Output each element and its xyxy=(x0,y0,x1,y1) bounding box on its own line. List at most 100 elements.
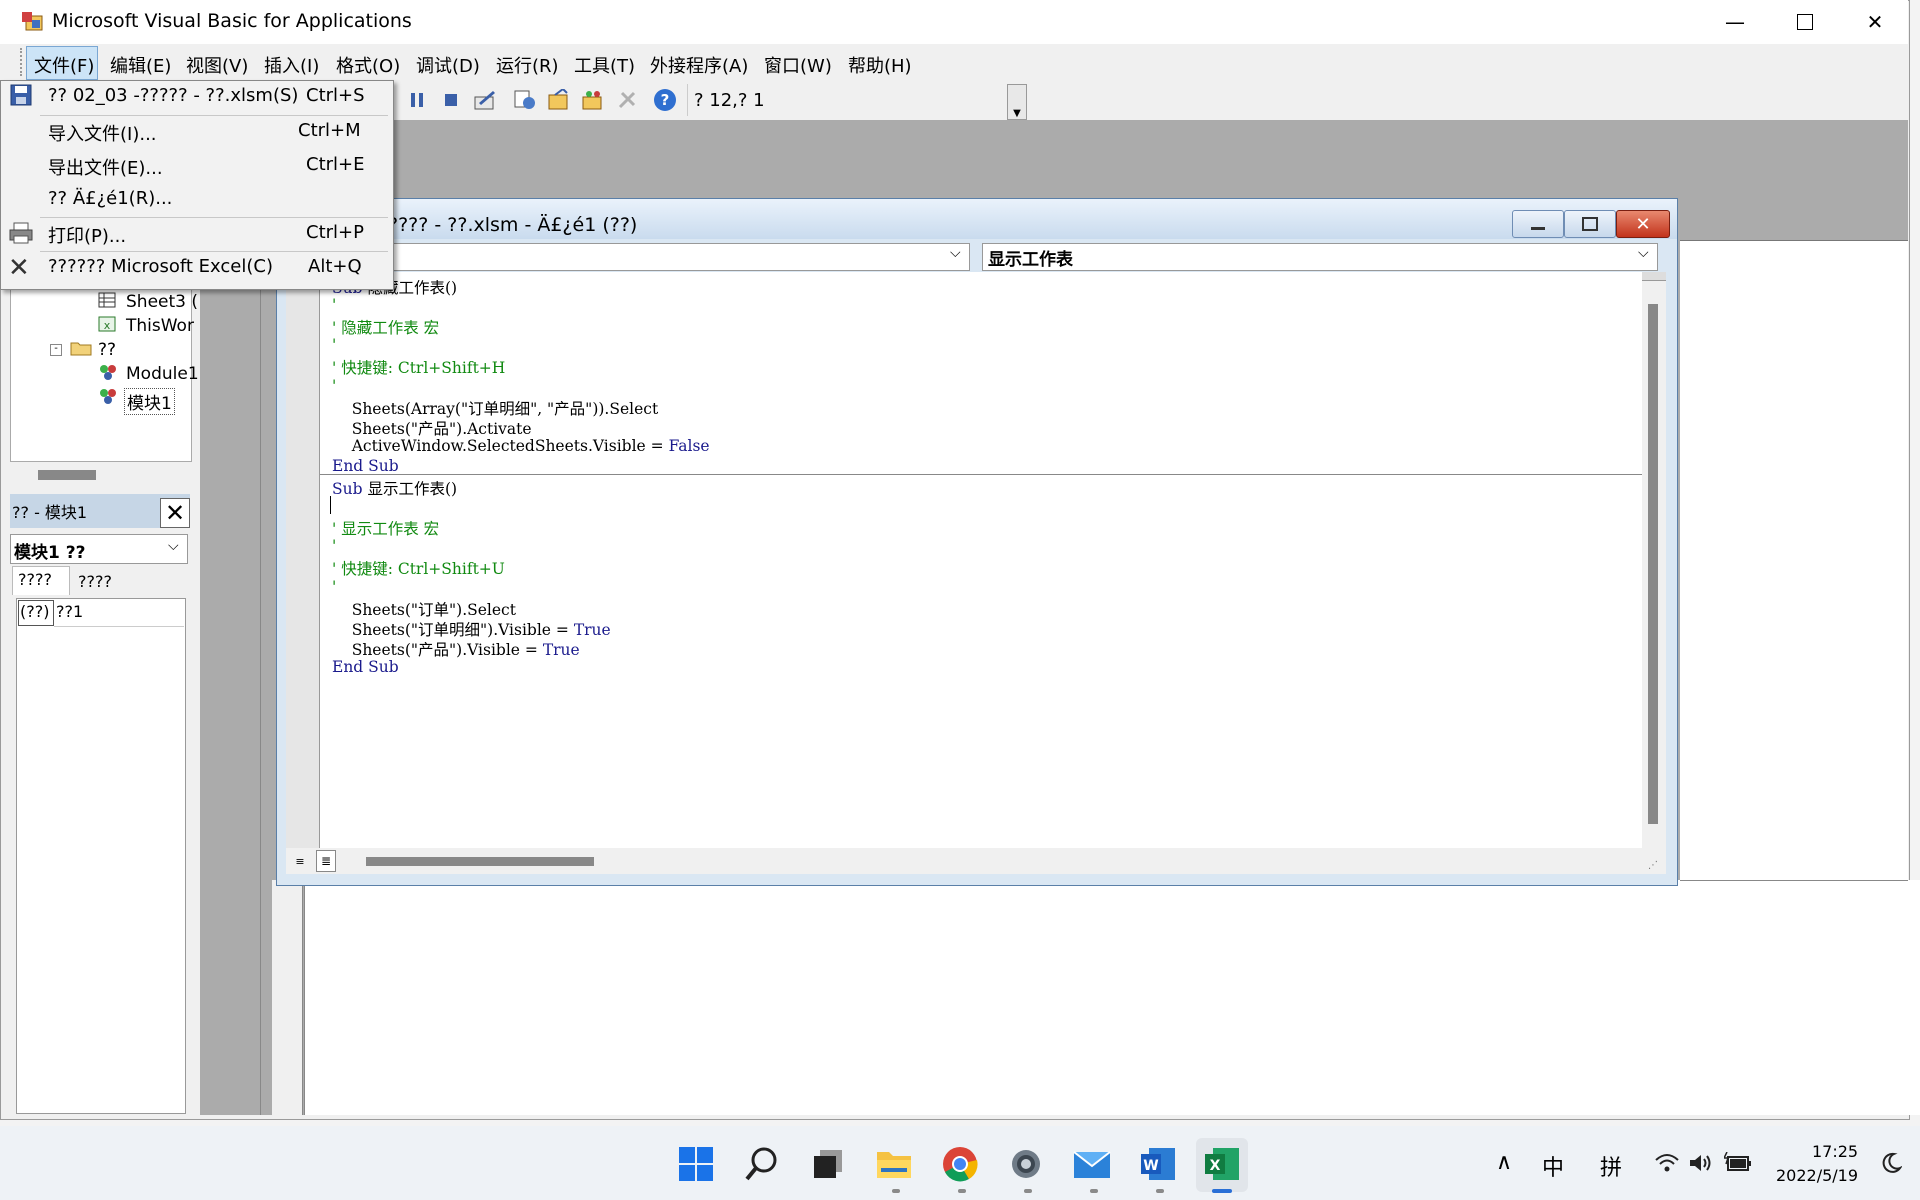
code-token: ' xyxy=(332,296,337,315)
procedure-separator xyxy=(320,474,1642,475)
code-close-button[interactable]: ✕ xyxy=(1616,210,1670,238)
menu-window[interactable]: 窗口(W) xyxy=(764,52,832,78)
show-hidden-icons-chevron-up-icon[interactable]: ∧ xyxy=(1496,1150,1512,1175)
module-icon xyxy=(98,364,118,380)
code-line[interactable]: Sheets(Array("订单明细", "产品")).Select xyxy=(332,397,658,419)
close-button[interactable]: ✕ xyxy=(1840,0,1910,44)
code-line[interactable]: ' 快捷键: Ctrl+Shift+H xyxy=(332,356,505,378)
menu-help[interactable]: 帮助(H) xyxy=(848,52,912,78)
code-line[interactable]: Sheets("订单").Select xyxy=(332,598,516,620)
project-hscroll-thumb[interactable] xyxy=(38,470,96,480)
code-minimize-button[interactable] xyxy=(1512,210,1564,238)
code-token: End Sub xyxy=(332,657,399,676)
maximize-icon xyxy=(1797,14,1813,30)
chrome-icon[interactable] xyxy=(940,1144,980,1184)
code-line[interactable]: ' xyxy=(332,578,336,596)
maximize-button[interactable] xyxy=(1770,0,1840,44)
mail-icon[interactable] xyxy=(1072,1144,1112,1184)
menu-insert[interactable]: 插入(I) xyxy=(264,52,319,78)
tree-item-thisworkbook[interactable]: ThisWor xyxy=(126,316,194,336)
code-line[interactable]: ' 快捷键: Ctrl+Shift+U xyxy=(332,557,505,579)
word-icon[interactable]: W xyxy=(1138,1144,1178,1184)
minimize-button[interactable]: — xyxy=(1700,0,1770,44)
menu-view[interactable]: 视图(V) xyxy=(186,52,248,78)
close-icon: ✕ xyxy=(1635,213,1651,235)
battery-icon[interactable] xyxy=(1722,1151,1752,1174)
text-cursor xyxy=(330,496,331,514)
tree-item-module-selected[interactable]: 模块1 xyxy=(124,388,175,415)
menu-tools[interactable]: 工具(T) xyxy=(574,52,635,78)
help-icon[interactable]: ? xyxy=(652,88,678,112)
file-menu-close-label: ?????? Microsoft Excel(C) xyxy=(48,256,273,277)
code-line[interactable]: End Sub xyxy=(332,457,399,475)
code-margin[interactable] xyxy=(286,272,320,848)
running-indicator xyxy=(1090,1189,1098,1193)
property-value[interactable]: ??1 xyxy=(56,602,83,621)
ime-language[interactable]: 中 xyxy=(1542,1150,1564,1182)
toolbox-icon[interactable] xyxy=(614,88,640,112)
code-token: ' xyxy=(332,336,337,355)
code-line[interactable]: Sub 显示工作表() xyxy=(332,477,457,499)
code-line[interactable]: ' xyxy=(332,336,336,354)
resize-grip-icon[interactable]: ⋰ xyxy=(1648,860,1662,874)
tree-item-sheet3[interactable]: Sheet3 ( xyxy=(126,292,198,312)
code-line[interactable]: ' xyxy=(332,537,336,555)
active-indicator xyxy=(1212,1189,1232,1193)
toolbar-options-dropdown[interactable]: ▼ xyxy=(1007,84,1027,120)
properties-close-button[interactable]: ✕ xyxy=(160,498,190,528)
search-icon[interactable] xyxy=(742,1144,782,1184)
wifi-icon[interactable] xyxy=(1654,1152,1680,1174)
code-token: ' xyxy=(332,577,337,596)
file-menu-save-shortcut: Ctrl+S xyxy=(306,85,365,106)
moon-icon[interactable] xyxy=(1880,1152,1903,1174)
code-line[interactable]: Sheets("产品").Visible = True xyxy=(332,638,580,660)
tree-item-modules-folder[interactable]: ?? xyxy=(98,340,116,360)
procedure-combo-value: 显示工作表 xyxy=(988,250,1073,270)
code-line[interactable]: ' 隐藏工作表 宏 xyxy=(332,316,439,338)
menu-edit[interactable]: 编辑(E) xyxy=(110,52,171,78)
start-icon[interactable] xyxy=(676,1144,716,1184)
clock-time[interactable]: 17:25 xyxy=(1812,1142,1858,1161)
reset-icon[interactable] xyxy=(438,88,464,112)
code-line[interactable]: End Sub xyxy=(332,658,399,676)
volume-icon[interactable] xyxy=(1688,1152,1714,1174)
code-line[interactable]: Sheets("订单明细").Visible = True xyxy=(332,618,611,640)
tab-alphabetic-label: ???? xyxy=(18,570,52,589)
tab-categorized-label[interactable]: ???? xyxy=(78,572,112,591)
code-line[interactable]: ' xyxy=(332,377,336,395)
procedure-combo[interactable] xyxy=(982,243,1658,271)
code-restore-button[interactable] xyxy=(1564,210,1616,238)
immediate-window[interactable] xyxy=(304,880,1920,1115)
code-hscroll-thumb[interactable] xyxy=(366,857,594,866)
clock-date[interactable]: 2022/5/19 xyxy=(1776,1166,1858,1185)
code-line[interactable]: ' 显示工作表 宏 xyxy=(332,517,439,539)
design-mode-icon[interactable] xyxy=(472,88,498,112)
tree-item-module1[interactable]: Module1 xyxy=(126,364,199,384)
workspace-strip xyxy=(1680,198,1908,240)
menu-file[interactable]: 文件(F) xyxy=(34,52,94,78)
break-icon[interactable] xyxy=(404,88,430,112)
file-explorer-icon[interactable] xyxy=(874,1144,914,1184)
menu-run[interactable]: 运行(R) xyxy=(496,52,559,78)
project-hscroll[interactable] xyxy=(10,462,190,488)
menu-addins[interactable]: 外接程序(A) xyxy=(650,52,748,78)
code-line[interactable]: ' xyxy=(332,296,336,314)
full-module-view-icon[interactable]: ≣ xyxy=(316,850,336,872)
vscroll-splitter[interactable] xyxy=(1642,272,1666,281)
code-vscroll-thumb[interactable] xyxy=(1648,304,1658,824)
code-line[interactable]: Sheets("产品").Activate xyxy=(332,417,532,439)
collapse-icon[interactable]: - xyxy=(50,344,62,356)
excel-icon[interactable]: X xyxy=(1202,1144,1242,1184)
code-token: ' xyxy=(332,537,337,556)
properties-window-icon[interactable] xyxy=(546,88,572,112)
project-explorer-icon[interactable] xyxy=(512,88,538,112)
ime-mode[interactable]: 拼 xyxy=(1600,1150,1622,1182)
settings-gear-icon[interactable] xyxy=(1006,1144,1046,1184)
code-line[interactable]: ActiveWindow.SelectedSheets.Visible = Fa… xyxy=(332,437,710,455)
properties-grid xyxy=(16,598,186,1114)
menu-format[interactable]: 格式(O) xyxy=(336,52,400,78)
object-browser-icon[interactable] xyxy=(580,88,606,112)
procedure-view-icon[interactable]: ≡ xyxy=(292,852,308,870)
task-view-icon[interactable] xyxy=(808,1144,848,1184)
menu-debug[interactable]: 调试(D) xyxy=(416,52,480,78)
